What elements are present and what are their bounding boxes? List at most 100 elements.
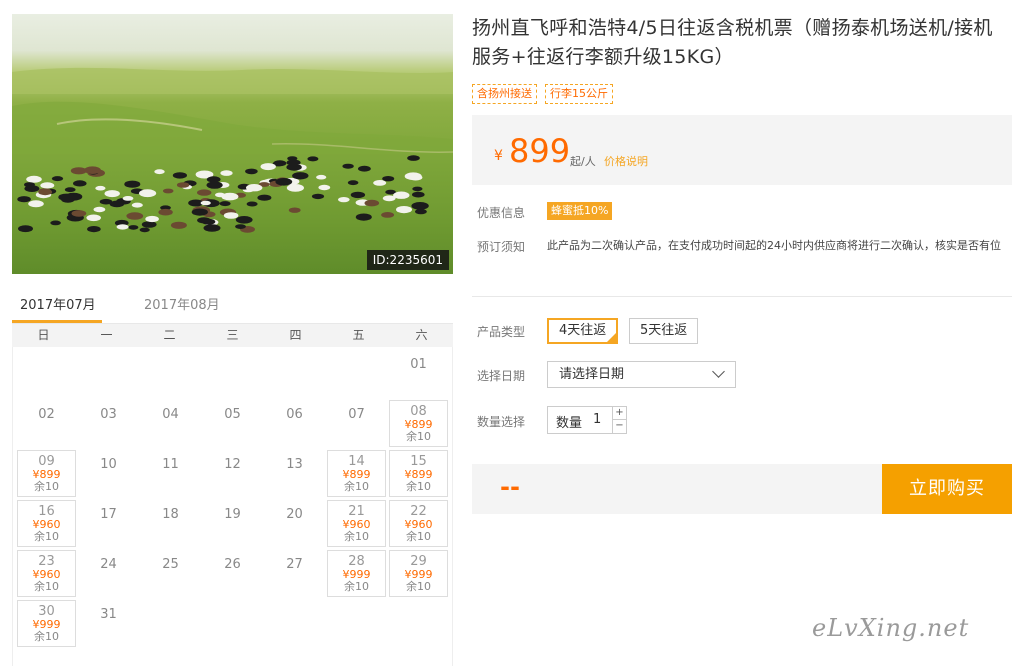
notice-label: 预订须知 (477, 240, 526, 254)
day-number: 25 (162, 557, 179, 572)
day-number: 09 (38, 454, 55, 469)
tab-month-july[interactable]: 2017年07月 (20, 294, 96, 313)
type-label: 产品类型 (477, 325, 526, 339)
day-number: 12 (224, 457, 241, 472)
price-box: ¥ 899 起/人 价格说明 (472, 115, 1012, 185)
calendar-day-available[interactable]: 09 ¥899 余10 (17, 450, 76, 497)
tag-baggage: 行李15公斤 (545, 84, 613, 104)
type-option-5day[interactable]: 5天往返 (629, 318, 699, 344)
purchase-bar: -- 立即购买 (472, 464, 1012, 514)
day-number: 30 (38, 604, 55, 619)
day-number: 17 (100, 507, 117, 522)
notice-text: 此产品为二次确认产品，在支付成功时间起的24小时内供应商将进行二次确认，核实是否… (547, 239, 1001, 252)
day-stock: 余10 (34, 630, 59, 643)
day-number: 19 (224, 507, 241, 522)
calendar-day: 27 (265, 550, 324, 597)
photo-id-label: ID:2235601 (366, 250, 449, 270)
day-number: 23 (38, 554, 55, 569)
tab-month-august[interactable]: 2017年08月 (144, 294, 220, 313)
product-tags: 含扬州接送 行李15公斤 (472, 84, 613, 104)
day-stock: 余10 (344, 480, 369, 493)
chevron-down-icon (712, 365, 725, 378)
calendar-day: 19 (203, 500, 262, 547)
calendar-day: 31 (79, 600, 138, 647)
weekday-label: 五 (352, 328, 365, 342)
calendar-day-available[interactable]: 29 ¥999 余10 (389, 550, 448, 597)
calendar-day-available[interactable]: 21 ¥960 余10 (327, 500, 386, 547)
weekday-label: 日 (37, 328, 50, 342)
date-select-placeholder: 请选择日期 (559, 367, 625, 382)
calendar-day: 02 (17, 400, 76, 447)
day-number: 08 (410, 404, 427, 419)
calendar-day: 18 (141, 500, 200, 547)
buy-now-button[interactable]: 立即购买 (882, 464, 1012, 514)
calendar-day-available[interactable]: 23 ¥960 余10 (17, 550, 76, 597)
calendar-day-available[interactable]: 14 ¥899 余10 (327, 450, 386, 497)
day-number: 04 (162, 407, 179, 422)
day-number: 29 (410, 554, 427, 569)
month-tabs: 2017年07月 2017年08月 (12, 290, 453, 323)
calendar-day-available[interactable]: 30 ¥999 余10 (17, 600, 76, 647)
weekday-label: 六 (415, 328, 428, 342)
day-number: 13 (286, 457, 303, 472)
qty-label: 数量 (556, 416, 583, 431)
day-number: 03 (100, 407, 117, 422)
calendar-day: 12 (203, 450, 262, 497)
qty-decrement-button[interactable]: − (612, 420, 626, 433)
date-label: 选择日期 (477, 369, 526, 383)
calendar-day: 25 (141, 550, 200, 597)
day-number: 11 (162, 457, 179, 472)
calendar-day: 03 (79, 400, 138, 447)
calendar-day-available[interactable]: 28 ¥999 余10 (327, 550, 386, 597)
quantity-stepper: 数量 1 + − (547, 406, 627, 434)
grassland-cattle-image (12, 67, 453, 233)
price-amount: 899 (509, 132, 571, 170)
promo-badge: 蜂蜜抵10% (547, 202, 613, 220)
calendar-day-available[interactable]: 15 ¥899 余10 (389, 450, 448, 497)
qty-row-label: 数量选择 (477, 415, 526, 429)
day-stock: 余10 (406, 430, 431, 443)
day-number: 21 (348, 504, 365, 519)
type-option-4day[interactable]: 4天往返 (547, 318, 619, 344)
date-select[interactable]: 请选择日期 (547, 361, 736, 388)
calendar-day-available[interactable]: 22 ¥960 余10 (389, 500, 448, 547)
tag-pickup: 含扬州接送 (472, 84, 537, 104)
weekday-header: 日 一 二 三 四 五 六 (12, 323, 453, 347)
day-number: 14 (348, 454, 365, 469)
day-number: 24 (100, 557, 117, 572)
day-stock: 余10 (34, 580, 59, 593)
weekday-label: 一 (100, 328, 113, 342)
calendar-day-available[interactable]: 08 ¥899 余10 (389, 400, 448, 447)
calendar-day: 04 (141, 400, 200, 447)
day-number: 16 (38, 504, 55, 519)
weekday-label: 二 (163, 328, 176, 342)
day-number: 20 (286, 507, 303, 522)
currency-symbol: ¥ (494, 148, 503, 164)
product-photo: ID:2235601 (12, 14, 453, 274)
day-number: 10 (100, 457, 117, 472)
day-number: 06 (286, 407, 303, 422)
day-stock: 余10 (34, 480, 59, 493)
qty-value[interactable]: 1 (593, 412, 601, 427)
type-option-label: 5天往返 (640, 323, 688, 338)
calendar-day: 13 (265, 450, 324, 497)
day-number: 27 (286, 557, 303, 572)
selected-corner-icon (607, 333, 617, 342)
day-number: 02 (38, 407, 55, 422)
day-stock: 余10 (406, 580, 431, 593)
price-unit: 起/人 (570, 155, 596, 168)
day-number: 07 (348, 407, 365, 422)
product-title: 扬州直飞呼和浩特4/5日往返含税机票（赠扬泰机场送机/接机服务+往返行李额升级1… (472, 17, 993, 68)
calendar-day: 11 (141, 450, 200, 497)
calendar-day: 24 (79, 550, 138, 597)
day-number: 28 (348, 554, 365, 569)
calendar-day: 06 (265, 400, 324, 447)
day-number: 31 (100, 607, 117, 622)
calendar-day-available[interactable]: 16 ¥960 余10 (17, 500, 76, 547)
qty-increment-button[interactable]: + (612, 407, 626, 420)
day-number: 01 (410, 357, 427, 372)
price-explain-link[interactable]: 价格说明 (604, 153, 648, 169)
day-stock: 余10 (34, 530, 59, 543)
day-stock: 余10 (406, 480, 431, 493)
calendar-day: 05 (203, 400, 262, 447)
